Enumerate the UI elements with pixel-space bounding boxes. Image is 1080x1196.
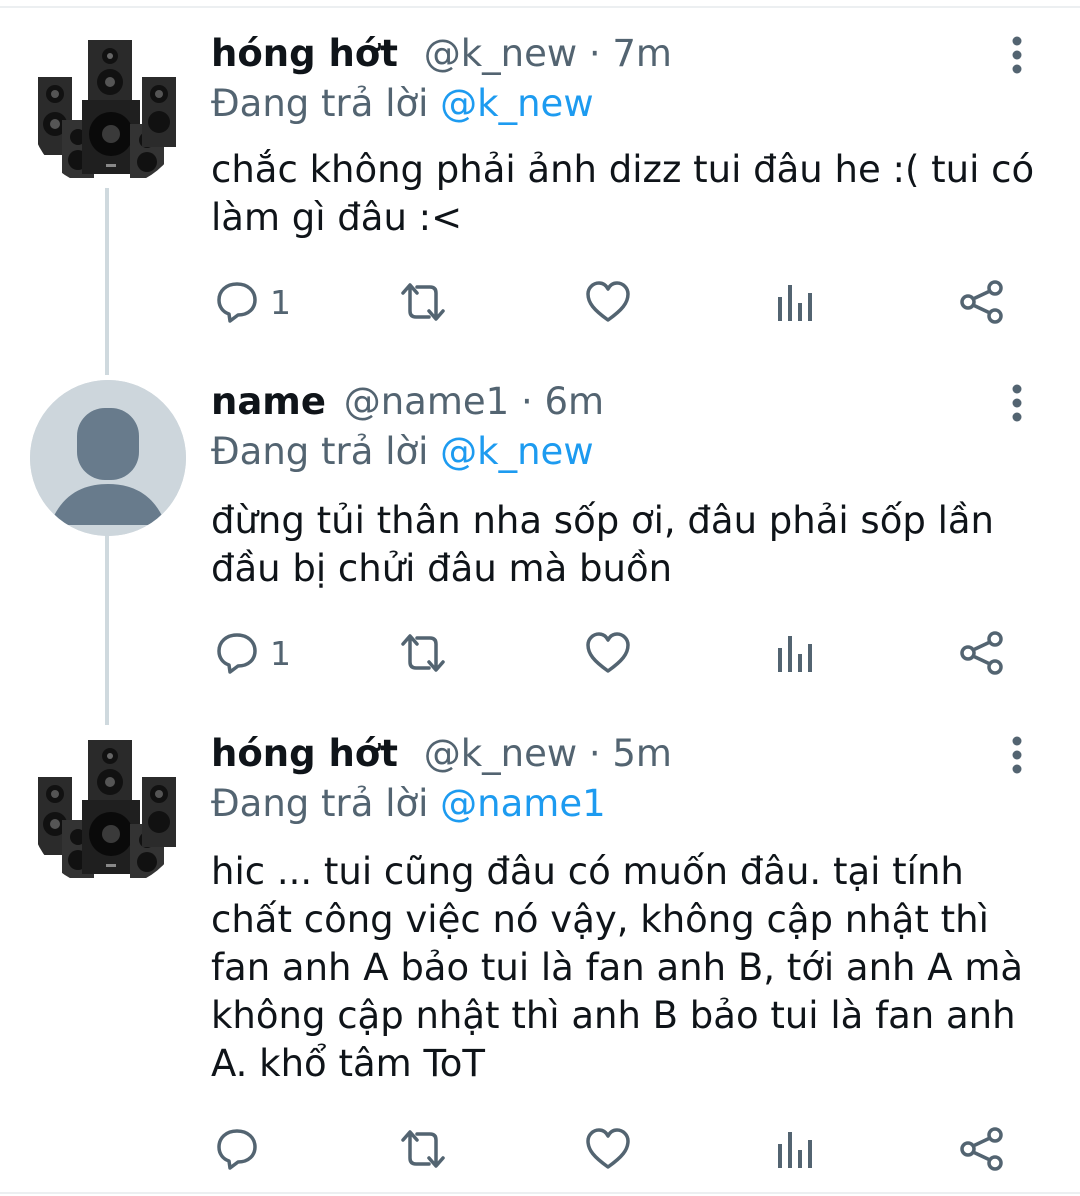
more-options-button[interactable] (1000, 384, 1034, 424)
like-button[interactable] (584, 277, 632, 327)
avatar[interactable] (30, 732, 186, 888)
share-icon (960, 1127, 1003, 1171)
reply-icon (217, 633, 257, 674)
tweet-text-line: không cập nhật thì anh B bảo tui là fan … (211, 994, 1016, 1037)
views-icon (778, 636, 812, 672)
bottom-divider (0, 1192, 1080, 1194)
display-name[interactable]: hóng hớt (211, 32, 398, 75)
heart-icon (586, 1128, 630, 1169)
reply-button[interactable]: 1 (214, 628, 291, 678)
replying-to: Đang trả lời @k_new (211, 430, 594, 474)
mention-link[interactable]: @k_new (440, 430, 593, 473)
views-button[interactable] (775, 1124, 817, 1174)
tweet-text-line: hic ... tui cũng đâu có muốn đâu. tại tí… (211, 850, 964, 893)
replying-to-label: Đang trả lời (211, 430, 429, 473)
reply-button[interactable] (214, 1124, 270, 1174)
replying-to-label: Đang trả lời (211, 82, 429, 125)
top-divider (0, 6, 1080, 8)
reply-count: 1 (270, 633, 291, 673)
more-vertical-icon (1012, 736, 1022, 774)
retweet-button[interactable] (397, 1124, 449, 1174)
retweet-button[interactable] (397, 628, 449, 678)
separator-dot: · (520, 380, 545, 423)
mention-link[interactable]: @name1 (440, 782, 605, 825)
timestamp[interactable]: 7m (612, 32, 672, 75)
tweet-text: chắc không phải ảnh dizz tui đâu he :( t… (211, 146, 1041, 242)
speakers-avatar-icon (30, 32, 186, 188)
heart-icon (586, 632, 630, 673)
share-button[interactable] (958, 277, 1006, 327)
retweet-button[interactable] (397, 277, 449, 327)
share-button[interactable] (958, 1124, 1006, 1174)
replying-to-label: Đang trả lời (211, 782, 429, 825)
more-vertical-icon (1012, 36, 1022, 74)
default-avatar-icon (30, 380, 186, 536)
more-options-button[interactable] (1000, 36, 1034, 76)
tweet-text-line: đừng tủi thân nha sốp ơi, đâu phải sốp l… (211, 499, 994, 542)
display-name[interactable]: hóng hớt (211, 732, 398, 775)
tweet-actions: 1 (0, 628, 1080, 678)
avatar[interactable] (30, 380, 186, 536)
tweet-text-line: đầu bị chửi đâu mà buồn (211, 547, 673, 590)
user-handle[interactable]: @name1 (344, 380, 509, 423)
avatar[interactable] (30, 32, 186, 188)
mention-link[interactable]: @k_new (440, 82, 593, 125)
share-icon (960, 631, 1003, 675)
user-handle[interactable]: @k_new (424, 32, 577, 75)
views-button[interactable] (775, 277, 817, 327)
tweet-actions: 1 (0, 277, 1080, 327)
reply-count: 1 (270, 282, 291, 322)
retweet-icon (401, 1130, 445, 1168)
tweet-text: hic ... tui cũng đâu có muốn đâu. tại tí… (211, 848, 1041, 1088)
views-icon (778, 285, 812, 321)
user-handle[interactable]: @k_new (424, 732, 577, 775)
retweet-icon (401, 283, 445, 321)
timestamp[interactable]: 6m (545, 380, 605, 423)
tweet-header: hóng hớt @k_new · 5m (211, 732, 672, 776)
tweet[interactable]: hóng hớt @k_new · 7m Đang trả lời @k_new… (0, 32, 1080, 332)
tweet-text-line: chất công việc nó vậy, không cập nhật th… (211, 898, 989, 941)
separator-dot: · (588, 32, 613, 75)
tweet-text-line: A. khổ tâm ToT (211, 1042, 485, 1085)
tweet-actions (0, 1124, 1080, 1174)
more-options-button[interactable] (1000, 736, 1034, 776)
tweet-text: đừng tủi thân nha sốp ơi, đâu phải sốp l… (211, 497, 1041, 593)
replying-to: Đang trả lời @k_new (211, 82, 594, 126)
views-icon (778, 1132, 812, 1168)
replying-to: Đang trả lời @name1 (211, 782, 606, 826)
share-icon (960, 280, 1003, 324)
timestamp[interactable]: 5m (612, 732, 672, 775)
like-button[interactable] (584, 628, 632, 678)
heart-icon (586, 281, 630, 322)
separator-dot: · (588, 732, 613, 775)
tweet[interactable]: name @name1 · 6m Đang trả lời @k_new đừn… (0, 380, 1080, 680)
tweet-text-line: làm gì đâu :< (211, 196, 463, 239)
views-button[interactable] (775, 628, 817, 678)
speakers-avatar-icon (30, 732, 186, 888)
display-name[interactable]: name (211, 380, 326, 423)
reply-icon (217, 1129, 257, 1170)
tweet-text-line: chắc không phải ảnh dizz tui đâu he :( t… (211, 148, 1035, 191)
tweet[interactable]: hóng hớt @k_new · 5m Đang trả lời @name1… (0, 732, 1080, 1182)
like-button[interactable] (584, 1124, 632, 1174)
more-vertical-icon (1012, 384, 1022, 422)
reply-button[interactable]: 1 (214, 277, 291, 327)
retweet-icon (401, 634, 445, 672)
tweet-text-line: fan anh A bảo tui là fan anh B, tới anh … (211, 946, 1024, 989)
share-button[interactable] (958, 628, 1006, 678)
tweet-header: name @name1 · 6m (211, 380, 604, 424)
tweet-header: hóng hớt @k_new · 7m (211, 32, 672, 76)
reply-icon (217, 282, 257, 323)
